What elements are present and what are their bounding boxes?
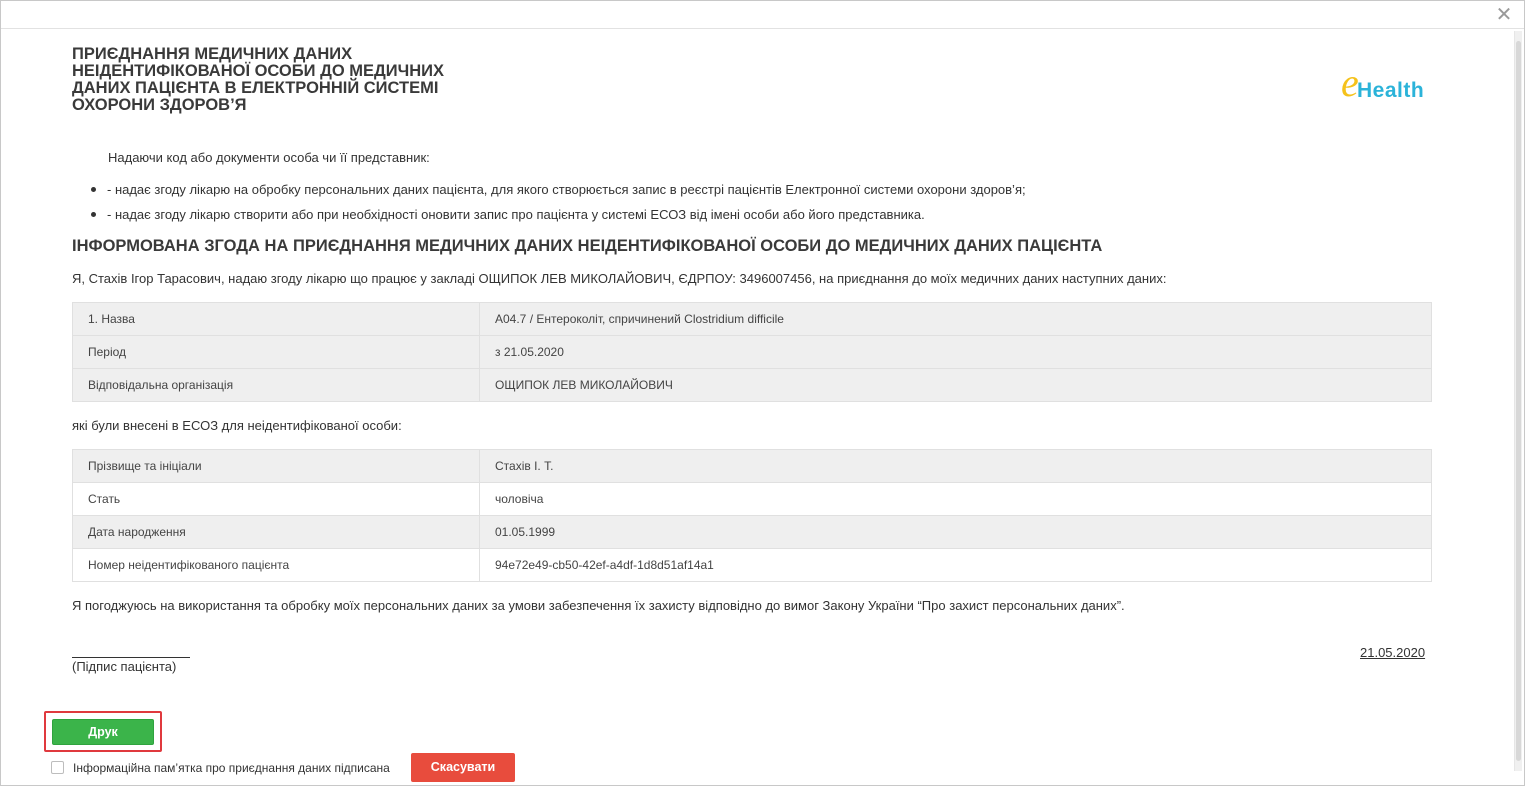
consent-bullets: - надає згоду лікарю на обробку персонал… [75,181,1026,231]
document-date: 21.05.2020 [1360,645,1426,660]
table-cell-key: 1. Назва [72,302,480,336]
scrollbar-thumb[interactable] [1516,41,1521,761]
bullet-text: - надає згоду лікарю на обробку персонал… [107,182,1026,197]
table-cell-key: Період [72,335,480,369]
ehealth-logo: e Health [1341,61,1441,106]
bullet-dot-icon [91,212,96,217]
personal-data-agreement: Я погоджуюсь на використання та обробку … [72,598,1125,613]
signed-memo-checkbox[interactable] [51,761,64,774]
table-cell-value: з 21.05.2020 [479,335,1432,369]
bullet-item: - надає згоду лікарю на обробку персонал… [75,181,1026,206]
print-button[interactable]: Друк [52,719,154,745]
consent-heading: ІНФОРМОВАНА ЗГОДА НА ПРИЄДНАННЯ МЕДИЧНИХ… [72,237,1103,255]
signature-line [72,657,190,658]
table-cell-value: 94e72e49-cb50-42ef-a4df-1d8d51af14a1 [479,548,1432,582]
table-cell-value: A04.7 / Ентероколіт, спричинений Clostri… [479,302,1432,336]
table-cell-value: ОЩИПОК ЛЕВ МИКОЛАЙОВИЧ [479,368,1432,402]
signed-memo-checkbox-label[interactable]: Інформаційна пам’ятка про приєднання дан… [73,761,390,775]
print-button-highlight: Друк [44,711,162,752]
table-cell-key: Прізвище та ініціали [72,449,480,483]
bullet-dot-icon [91,187,96,192]
close-icon[interactable]: ✕ [1494,4,1514,24]
ehealth-logo-text: Health [1357,79,1425,102]
table-row: 1. Назва A04.7 / Ентероколіт, спричинени… [72,302,1432,336]
vertical-scrollbar[interactable] [1514,31,1522,771]
consent-dialog: ✕ ПРИЄДНАННЯ МЕДИЧНИХ ДАНИХ НЕІДЕНТИФІКО… [0,0,1525,786]
table-cell-key: Дата народження [72,515,480,549]
dialog-title: ПРИЄДНАННЯ МЕДИЧНИХ ДАНИХ НЕІДЕНТИФІКОВА… [72,45,444,114]
bullet-text: - надає згоду лікарю створити або при не… [107,207,925,222]
bullet-item: - надає згоду лікарю створити або при не… [75,206,1026,231]
table-cell-value: 01.05.1999 [479,515,1432,549]
table-row: Номер неідентифікованого пацієнта 94e72e… [72,548,1432,582]
unidentified-person-table: Прізвище та ініціали Стахів І. Т. Стать … [72,449,1432,582]
medical-data-table: 1. Назва A04.7 / Ентероколіт, спричинени… [72,302,1432,402]
table-row: Прізвище та ініціали Стахів І. Т. [72,449,1432,483]
consent-statement: Я, Стахів Ігор Тарасович, надаю згоду лі… [72,271,1167,286]
table-row: Дата народження 01.05.1999 [72,515,1432,549]
dialog-header: ✕ [1,1,1524,29]
cancel-button[interactable]: Скасувати [411,753,515,782]
source-note: які були внесені в ЕСОЗ для неідентифіко… [72,418,402,433]
table-row: Стать чоловіча [72,482,1432,516]
table-cell-value: чоловіча [479,482,1432,516]
table-cell-key: Номер неідентифікованого пацієнта [72,548,480,582]
table-cell-key: Відповідальна організація [72,368,480,402]
signature-label: (Підпис пацієнта) [72,659,177,674]
table-cell-key: Стать [72,482,480,516]
table-row: Період з 21.05.2020 [72,335,1432,369]
intro-text: Надаючи код або документи особа чи її пр… [108,150,430,165]
table-row: Відповідальна організація ОЩИПОК ЛЕВ МИК… [72,368,1432,402]
table-cell-value: Стахів І. Т. [479,449,1432,483]
